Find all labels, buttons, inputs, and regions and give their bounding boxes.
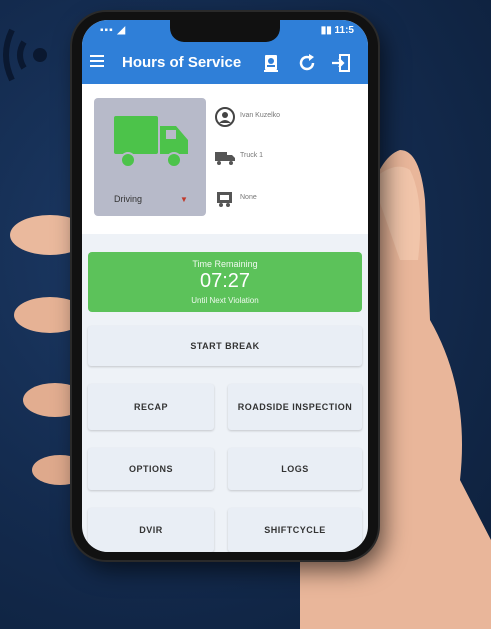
time-remaining-value: 07:27 bbox=[199, 270, 251, 292]
logs-button[interactable]: LOGS bbox=[228, 448, 362, 490]
phone-frame: ▪▪▪ ◢ ▮▮ 11:5 Hours of Service Driving ▼… bbox=[72, 12, 378, 560]
wifi-signal-icon bbox=[3, 28, 47, 82]
dvir-button[interactable]: DVIR bbox=[88, 508, 214, 552]
refresh-icon[interactable] bbox=[296, 52, 318, 74]
options-button[interactable]: OPTIONS bbox=[88, 448, 214, 490]
roadside-inspection-button[interactable]: ROADSIDE INSPECTION bbox=[228, 384, 362, 430]
time-remaining-label: Time Remaining bbox=[192, 259, 258, 269]
status-bar-left: ▪▪▪ ◢ bbox=[100, 25, 127, 36]
truck-name: Truck 1 bbox=[240, 152, 264, 159]
time-remaining-card: Time Remaining 07:27 Until Next Violatio… bbox=[88, 252, 362, 312]
shiftcycle-button[interactable]: SHIFTCYCLE bbox=[228, 508, 362, 552]
small-truck-icon bbox=[215, 152, 235, 165]
page-title: Hours of Service bbox=[122, 54, 242, 71]
dropdown-caret-icon: ▼ bbox=[180, 195, 188, 204]
phone-notch bbox=[170, 20, 280, 42]
id-badge-icon[interactable] bbox=[260, 52, 282, 74]
status-card: Driving ▼ Ivan Kuzelko Truck 1 None bbox=[82, 84, 368, 234]
app-screen: ▪▪▪ ◢ ▮▮ 11:5 Hours of Service Driving ▼… bbox=[82, 20, 368, 552]
logout-icon[interactable] bbox=[330, 52, 352, 74]
duty-status-label: Driving bbox=[114, 194, 143, 204]
recap-button[interactable]: RECAP bbox=[88, 384, 214, 430]
menu-icon[interactable] bbox=[90, 55, 104, 69]
user-icon bbox=[215, 107, 235, 127]
duty-status-selector[interactable]: Driving ▼ bbox=[94, 98, 206, 216]
start-break-button[interactable]: START BREAK bbox=[88, 326, 362, 366]
time-remaining-subtitle: Until Next Violation bbox=[191, 296, 259, 305]
truck-icon bbox=[114, 116, 188, 168]
status-bar-right: ▮▮ 11:5 bbox=[320, 25, 354, 36]
trailer-icon bbox=[217, 192, 232, 207]
trailer-name: None bbox=[240, 194, 257, 201]
driver-name: Ivan Kuzelko bbox=[240, 112, 281, 119]
app-bar: Hours of Service bbox=[82, 42, 368, 84]
